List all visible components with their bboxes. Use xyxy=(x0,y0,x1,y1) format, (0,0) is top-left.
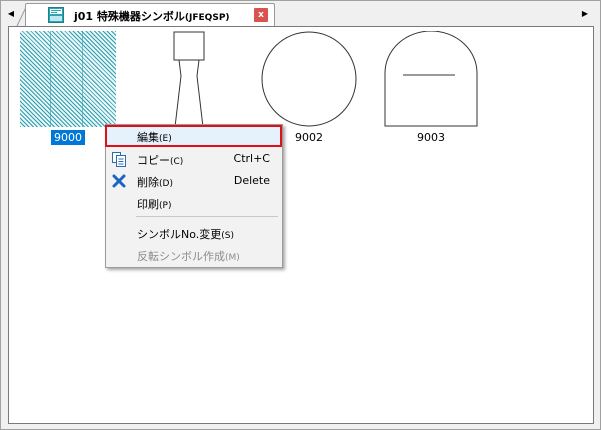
symbol-preview-funnel xyxy=(173,31,205,128)
close-icon[interactable]: x xyxy=(254,8,268,22)
scroll-right-icon[interactable]: ▶ xyxy=(578,5,592,21)
menu-item-delete[interactable]: 削除(D) Delete xyxy=(106,170,282,192)
menu-item-change-symbol-no[interactable]: シンボルNo.変更(S) xyxy=(106,222,282,244)
window-frame: ◀ j01 特殊機器シンボル(JFEQSP) x ▶ 9000 9002 900… xyxy=(0,0,601,430)
delete-icon xyxy=(112,174,126,188)
menu-separator xyxy=(136,216,278,217)
menu-item-edit[interactable]: 編集(E) xyxy=(105,125,282,147)
shortcut-label: Delete xyxy=(233,174,270,187)
symbol-preview-dome xyxy=(384,30,478,127)
symbol-thumbnail-9002[interactable] xyxy=(261,31,357,127)
symbol-thumbnail-9001[interactable] xyxy=(141,31,237,128)
tab-strip: ◀ j01 特殊機器シンボル(JFEQSP) x ▶ xyxy=(1,1,600,27)
symbol-preview-hatched xyxy=(20,31,116,127)
symbol-thumbnail-9003[interactable] xyxy=(383,30,479,127)
tab-jfeqsp[interactable]: j01 特殊機器シンボル(JFEQSP) x xyxy=(25,3,275,26)
symbol-file-icon xyxy=(48,7,64,23)
menu-item-create-mirror-symbol: 反転シンボル作成(M) xyxy=(137,250,240,263)
context-menu: 編集(E) コピー(C) Ctrl+C 削除(D) Delete 印刷(P) シ… xyxy=(105,124,283,268)
menu-item-print[interactable]: 印刷(P) xyxy=(106,192,282,214)
symbol-list-panel[interactable]: 9000 9001 9002 9003 xyxy=(8,26,594,424)
copy-icon xyxy=(112,152,126,167)
tab-title: j01 特殊機器シンボル(JFEQSP) xyxy=(74,10,230,23)
symbol-label: 9000 xyxy=(20,130,116,145)
symbol-preview-circle xyxy=(261,31,357,127)
shortcut-label: Ctrl+C xyxy=(233,152,270,165)
symbol-label: 9003 xyxy=(417,131,445,144)
menu-item-copy[interactable]: コピー(C) Ctrl+C xyxy=(106,148,282,170)
symbol-thumbnail-9000[interactable] xyxy=(20,31,116,127)
